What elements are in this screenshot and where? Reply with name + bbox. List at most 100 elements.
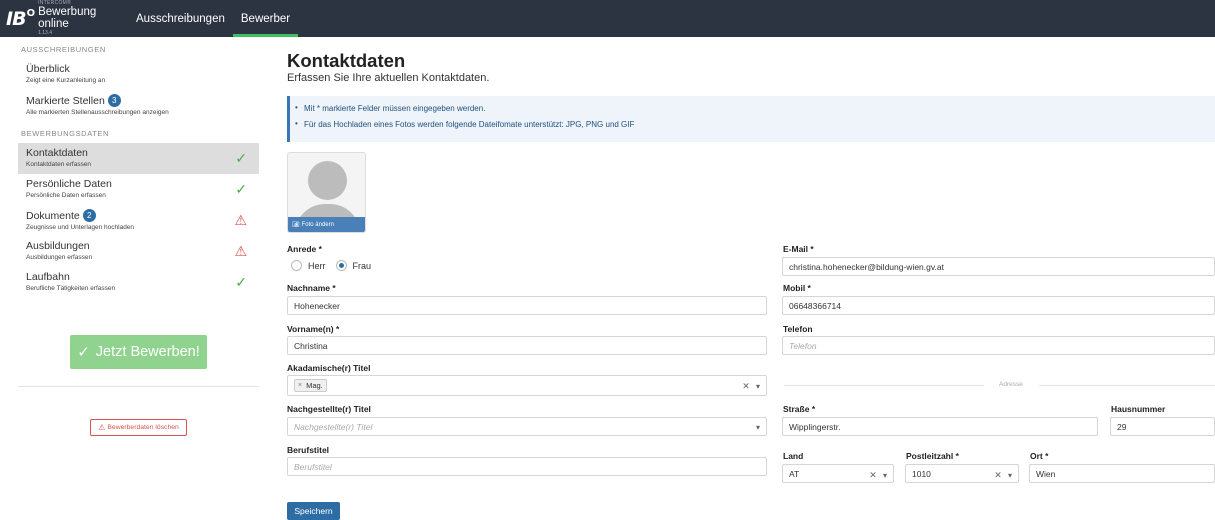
brand[interactable]: IBO INTERCOM® Bewerbung online 1.13.4 (0, 0, 128, 37)
chevron-down-icon[interactable]: ▾ (883, 471, 887, 480)
land-label: Land (783, 451, 804, 461)
clear-icon[interactable]: ✕ (994, 470, 1002, 480)
berufstitel-label: Berufstitel (287, 445, 330, 455)
sidebar: AUSSCHREIBUNGEN Überblick Zeigt eine Kur… (18, 37, 259, 520)
change-photo-label: Foto ändern (301, 221, 334, 228)
avatar-head (308, 161, 347, 200)
sidebar-item-ueberblick[interactable]: Überblick Zeigt eine Kurzanleitung an (18, 59, 259, 90)
sidebar-item-sub: Zeugnisse und Unterlagen hochladen (26, 224, 135, 231)
selected-tag: × Mag. (294, 379, 327, 392)
plz-select[interactable]: 1010 ✕ ▾ (905, 464, 1019, 483)
sidebar-item-kontaktdaten[interactable]: Kontaktdaten Kontaktdaten erfassen ✓ (18, 143, 259, 174)
strasse-input[interactable]: Wipplingerstr. (782, 417, 1098, 436)
brand-name: Bewerbung online (38, 6, 97, 30)
nach-titel-label: Nachgestellte(r) Titel (287, 404, 371, 414)
sidebar-divider (18, 386, 259, 387)
sidebar-item-title: Markierte Stellen 3 (26, 94, 259, 107)
mobil-input[interactable]: 06648366714 (782, 296, 1215, 315)
clear-icon[interactable]: ✕ (742, 381, 750, 391)
warning-icon: ⚠ (234, 243, 247, 259)
radio-herr-label: Herr (308, 260, 326, 271)
save-button[interactable]: Speichern (287, 502, 340, 520)
chevron-down-icon[interactable]: ▾ (1008, 471, 1012, 480)
nach-titel-select[interactable]: Nachgestellte(r) Titel ▾ (287, 417, 767, 436)
sidebar-item-label: Markierte Stellen (26, 94, 105, 107)
hausnummer-label: Hausnummer (1111, 404, 1166, 414)
akad-titel-label: Akadamische(r) Titel (287, 363, 371, 373)
count-badge: 3 (107, 94, 121, 107)
info-item: Für das Hochladen eines Fotos werden fol… (295, 119, 1215, 129)
hausnummer-input[interactable]: 29 (1110, 417, 1215, 436)
profile-photo[interactable]: 📷︎ Foto ändern (287, 152, 366, 233)
sidebar-item-title: Persönliche Daten (26, 178, 112, 190)
sidebar-item-ausbildungen[interactable]: Ausbildungen Ausbildungen erfassen ⚠ (18, 236, 259, 267)
anrede-label: Anrede * (287, 244, 322, 254)
vorname-label: Vorname(n) * (287, 324, 340, 334)
sidebar-item-sub: Kontaktdaten erfassen (26, 161, 92, 168)
akad-titel-select[interactable]: × Mag. ✕ ▾ (287, 375, 767, 396)
delete-data-button[interactable]: ⚠ Bewerberdaten löschen (90, 419, 187, 436)
apply-button[interactable]: ✓ Jetzt Bewerben! (70, 335, 207, 369)
check-icon: ✓ (77, 344, 90, 361)
apply-button-label: Jetzt Bewerben! (95, 344, 200, 360)
address-divider-left (784, 385, 984, 386)
section-head-bewerbungsdaten: BEWERBUNGSDATEN (21, 129, 110, 138)
remove-tag-icon[interactable]: × (298, 382, 302, 389)
select-controls: ✕ ▾ (869, 470, 887, 481)
sidebar-item-title: Ausbildungen (26, 240, 90, 252)
sidebar-item-laufbahn[interactable]: Laufbahn Berufliche Tätigkeiten erfassen… (18, 267, 259, 298)
warning-icon: ⚠ (234, 212, 247, 228)
email-input[interactable]: christina.hohenecker@bildung-wien.gv.at (782, 257, 1215, 276)
select-controls: ✕ ▾ (742, 381, 760, 392)
berufstitel-input[interactable]: Berufstitel (287, 457, 767, 476)
page-subtitle: Erfassen Sie Ihre aktuellen Kontaktdaten… (287, 72, 490, 84)
nav-bewerber[interactable]: Bewerber (232, 0, 299, 37)
sidebar-item-sub: Alle markierten Stellenausschreibungen a… (26, 109, 169, 116)
clear-icon[interactable]: ✕ (869, 470, 877, 480)
warning-icon: ⚠ (98, 423, 106, 432)
sidebar-item-title: Laufbahn (26, 271, 70, 283)
radio-herr[interactable] (291, 260, 302, 271)
sidebar-item-title: Überblick (26, 63, 70, 75)
check-icon: ✓ (235, 274, 247, 290)
plz-label: Postleitzahl * (906, 451, 959, 461)
sidebar-item-title: Dokumente 2 (26, 209, 259, 222)
chevron-down-icon[interactable]: ▾ (756, 382, 760, 391)
address-divider-label: Adresse (999, 381, 1023, 388)
sidebar-item-label: Dokumente (26, 209, 80, 222)
nach-titel-placeholder: Nachgestellte(r) Titel (294, 421, 373, 432)
nav-ausschreibungen[interactable]: Ausschreibungen (128, 0, 233, 37)
telefon-label: Telefon (783, 324, 813, 334)
main-content: Kontaktdaten Erfassen Sie Ihre aktuellen… (287, 37, 1215, 520)
brand-version: 1.13.4 (38, 30, 52, 36)
camera-icon: 📷︎ (292, 222, 300, 228)
count-badge: 2 (82, 209, 96, 222)
radio-frau[interactable] (335, 260, 347, 271)
radio-frau-label: Frau (352, 260, 372, 271)
land-select[interactable]: AT ✕ ▾ (782, 464, 894, 483)
sidebar-item-dokumente[interactable]: Dokumente 2 Zeugnisse und Unterlagen hoc… (18, 205, 259, 236)
ort-input[interactable]: Wien (1029, 464, 1215, 483)
select-controls: ✕ ▾ (994, 470, 1012, 481)
chevron-down-icon[interactable]: ▾ (756, 423, 760, 432)
sidebar-item-markierte-stellen[interactable]: Markierte Stellen 3 Alle markierten Stel… (18, 90, 259, 121)
mobil-label: Mobil * (783, 283, 811, 293)
brand-logo: IBO (6, 7, 35, 30)
sidebar-item-sub: Berufliche Tätigkeiten erfassen (26, 285, 116, 292)
top-navbar: IBO INTERCOM® Bewerbung online 1.13.4 Au… (0, 0, 1215, 37)
vorname-input[interactable]: Christina (287, 336, 767, 355)
email-label: E-Mail * (783, 244, 814, 254)
land-value: AT (789, 468, 800, 479)
sidebar-item-persoenliche-daten[interactable]: Persönliche Daten Persönliche Daten erfa… (18, 174, 259, 205)
tag-label: Mag. (306, 381, 323, 390)
telefon-input[interactable]: Telefon (782, 336, 1215, 355)
sidebar-item-sub: Zeigt eine Kurzanleitung an (26, 77, 106, 84)
delete-button-label: Bewerberdaten löschen (107, 424, 179, 431)
sidebar-item-sub: Persönliche Daten erfassen (26, 192, 106, 199)
section-head-ausschreibungen: AUSSCHREIBUNGEN (21, 45, 106, 54)
strasse-label: Straße * (783, 404, 816, 414)
change-photo-button[interactable]: 📷︎ Foto ändern (288, 217, 365, 232)
info-item: Mit * markierte Felder müssen eingegeben… (295, 103, 1215, 113)
nachname-input[interactable]: Hohenecker (287, 296, 767, 315)
ort-label: Ort * (1030, 451, 1049, 461)
